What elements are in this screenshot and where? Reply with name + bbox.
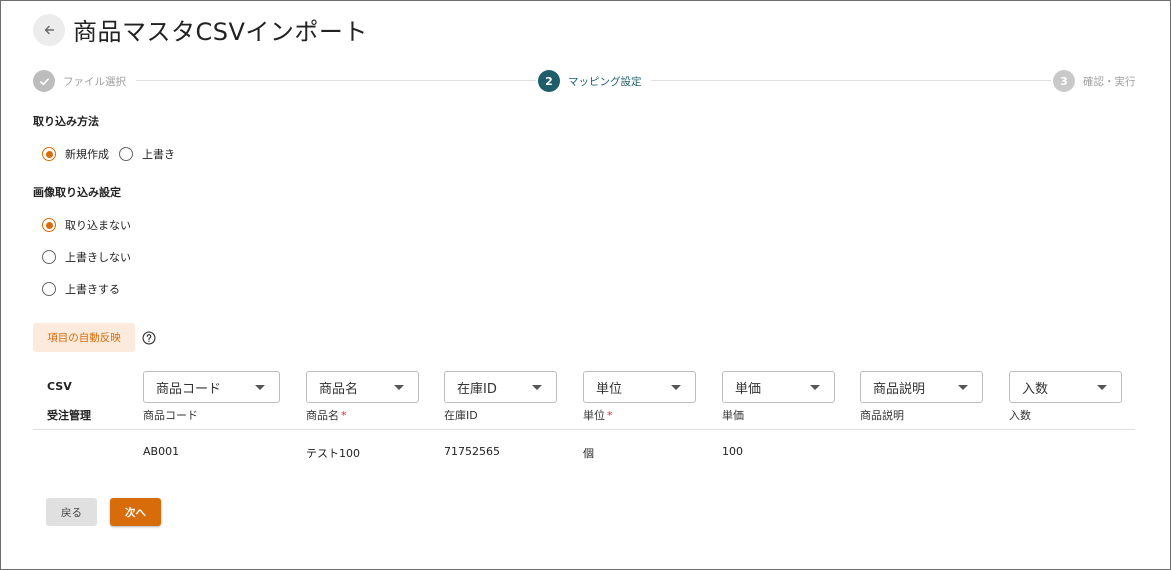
caret-down-icon [255, 385, 265, 390]
back-step-button[interactable]: 戻る [46, 498, 97, 526]
stepper: ファイル選択 2 マッピング設定 3 確認・実行 [33, 70, 1136, 92]
radio-button[interactable] [42, 147, 56, 161]
column-select[interactable]: 商品コード [143, 371, 280, 403]
auto-mapping-button[interactable]: 項目の自動反映 [33, 323, 135, 352]
column-select[interactable]: 商品説明 [860, 371, 983, 403]
radio-no-overwrite[interactable]: 上書きしない [42, 249, 131, 265]
step-number: 3 [1053, 70, 1075, 92]
caret-down-icon [810, 385, 820, 390]
radio-button[interactable] [42, 250, 56, 264]
target-field: 単位 * [583, 407, 613, 423]
select-value: 商品名 [319, 381, 359, 397]
field-name: 単位 [583, 409, 605, 422]
caret-down-icon [958, 385, 968, 390]
radio-label: 上書きしない [65, 251, 131, 264]
step-done-circle [33, 70, 55, 92]
radio-label: 上書きする [65, 283, 120, 296]
target-field: 入数 [1009, 407, 1031, 423]
csv-row-label: CSV [47, 380, 72, 393]
required-mark: * [607, 409, 613, 422]
step-mapping: 2 マッピング設定 [538, 70, 650, 92]
check-icon [39, 77, 49, 85]
select-value: 商品説明 [873, 381, 926, 397]
step-confirm: 3 確認・実行 [1053, 70, 1136, 92]
target-field: 商品コード [143, 407, 198, 423]
radio-button[interactable] [42, 282, 56, 296]
page-title: 商品マスタCSVインポート [73, 18, 368, 46]
target-field: 在庫ID [444, 407, 478, 423]
arrow-left-icon [44, 25, 55, 35]
radio-label: 取り込まない [65, 219, 131, 232]
field-name: 商品名 [306, 409, 339, 422]
preview-cell: 71752565 [444, 445, 500, 458]
step-number: 2 [538, 70, 560, 92]
column-select[interactable]: 商品名 [306, 371, 419, 403]
target-row-label: 受注管理 [47, 409, 91, 422]
preview-cell: 個 [583, 447, 594, 460]
preview-cell: AB001 [143, 445, 180, 458]
radio-overwrite[interactable]: 上書き [119, 146, 175, 162]
preview-cell: テスト100 [306, 447, 360, 460]
field-name: 入数 [1009, 409, 1031, 422]
back-button[interactable] [33, 14, 65, 46]
column-select[interactable]: 単価 [722, 371, 835, 403]
preview-cell: 100 [722, 445, 743, 458]
step-label: 確認・実行 [1083, 75, 1136, 88]
radio-button[interactable] [42, 218, 56, 232]
target-field: 単価 [722, 407, 744, 423]
radio-label: 上書き [142, 148, 175, 161]
question-circle-icon[interactable] [142, 331, 156, 345]
caret-down-icon [532, 385, 542, 390]
step-connector [651, 80, 1051, 81]
step-connector [136, 80, 536, 81]
column-select[interactable]: 在庫ID [444, 371, 557, 403]
image-setting-label: 画像取り込み設定 [33, 186, 121, 199]
select-value: 在庫ID [457, 381, 497, 397]
select-value: 入数 [1022, 381, 1049, 397]
required-mark: * [341, 409, 347, 422]
next-step-button[interactable]: 次へ [110, 498, 161, 526]
field-name: 商品コード [143, 409, 198, 422]
select-value: 単位 [596, 381, 623, 397]
select-value: 単価 [735, 381, 762, 397]
import-method-label: 取り込み方法 [33, 115, 99, 128]
step-label: マッピング設定 [568, 75, 642, 88]
radio-overwrite-image[interactable]: 上書きする [42, 281, 120, 297]
radio-button[interactable] [119, 147, 133, 161]
field-name: 単価 [722, 409, 744, 422]
target-field: 商品説明 [860, 407, 904, 423]
field-name: 在庫ID [444, 409, 478, 422]
divider [33, 429, 1135, 430]
column-select[interactable]: 入数 [1009, 371, 1122, 403]
select-value: 商品コード [156, 381, 222, 397]
step-label: ファイル選択 [63, 75, 126, 88]
column-select[interactable]: 単位 [583, 371, 696, 403]
caret-down-icon [671, 385, 681, 390]
target-field: 商品名 * [306, 407, 347, 423]
radio-label: 新規作成 [65, 148, 109, 161]
field-name: 商品説明 [860, 409, 904, 422]
caret-down-icon [394, 385, 404, 390]
radio-new[interactable]: 新規作成 [42, 146, 109, 162]
radio-no-import[interactable]: 取り込まない [42, 217, 131, 233]
caret-down-icon [1097, 385, 1107, 390]
step-file-select: ファイル選択 [33, 70, 134, 92]
